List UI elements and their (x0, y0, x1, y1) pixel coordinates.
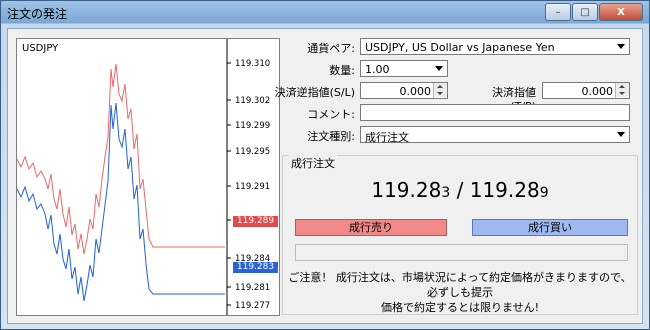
price-tick-label: 119.281 (235, 283, 270, 293)
minimize-button[interactable]: – (545, 3, 571, 21)
sl-spinner[interactable] (433, 83, 447, 98)
spin-down-icon[interactable] (616, 90, 629, 97)
maximize-icon: □ (580, 6, 590, 18)
bid-pip: 3 (441, 185, 451, 201)
bid-price-tag: 119.283 (233, 262, 278, 273)
sl-input[interactable]: 0.000 (360, 82, 448, 99)
chevron-down-icon (617, 44, 625, 49)
quote-separator: / (450, 178, 470, 202)
bid-price-line (17, 102, 225, 302)
order-type-value: 成行注文 (365, 131, 409, 144)
volume-select[interactable]: 1.00 (360, 60, 448, 77)
maximize-button[interactable]: □ (572, 3, 598, 21)
order-type-label: 注文種別: (307, 130, 355, 143)
group-title: 成行注文 (289, 155, 337, 171)
symbol-value: USDJPY, US Dollar vs Japanese Yen (365, 41, 555, 54)
price-tick-label: 119.299 (235, 121, 270, 131)
price-tick-label: 119.295 (235, 147, 270, 157)
sl-value: 0.000 (399, 85, 432, 98)
tick-chart-svg: 119.310 119.302 119.299 119.295 119.291 119.2… (17, 39, 270, 315)
price-tick-label: 119.302 (235, 96, 270, 106)
chevron-down-icon (435, 66, 443, 71)
close-button[interactable]: X (599, 3, 643, 21)
caption-buttons: – □ X (544, 3, 643, 21)
volume-label: 数量: (329, 64, 355, 77)
tp-spinner[interactable] (615, 83, 629, 98)
buy-by-market-button[interactable]: 成行買い (472, 219, 628, 236)
price-tick-label: 119.310 (235, 59, 270, 69)
symbol-label: 通貨ペア: (307, 42, 355, 55)
bid-price: 119.28 (371, 178, 442, 202)
sell-by-market-button[interactable]: 成行売り (295, 219, 447, 236)
ask-price-line (17, 63, 225, 255)
ask-price-tag: 119.289 (233, 216, 278, 227)
window-title: 注文の発注 (7, 7, 68, 21)
spin-up-icon[interactable] (616, 83, 629, 90)
minimize-icon: – (555, 6, 561, 18)
tp-value: 0.000 (581, 85, 614, 98)
notice-line-2: 価格で約定するとは限りません! (380, 301, 540, 314)
status-progress-bar (295, 244, 628, 261)
symbol-select[interactable]: USDJPY, US Dollar vs Japanese Yen (360, 38, 630, 55)
spin-up-icon[interactable] (434, 83, 447, 90)
volume-value: 1.00 (365, 63, 390, 76)
comment-input[interactable] (360, 104, 630, 121)
order-type-select[interactable]: 成行注文 (360, 126, 630, 144)
price-tick-label: 119.277 (235, 301, 270, 311)
order-window: 注文の発注 – □ X USDJPY 119.310 119.302 119.299… (0, 0, 650, 330)
price-tick-label: 119.291 (235, 182, 270, 192)
market-order-notice: ご注意！ 成行注文は、市場状況によって約定価格がきまりますので、必ずしも提示 価… (283, 270, 637, 315)
dialog-body: USDJPY 119.310 119.302 119.299 119.295 119.2… (7, 28, 643, 324)
quote-display: 119.283 / 119.289 (283, 178, 637, 202)
sl-label: 決済逆指値(S/L) (274, 86, 355, 99)
ask-price: 119.28 (469, 178, 540, 202)
market-order-group: 成行注文 119.283 / 119.289 成行売り 成行買い ご注意！ 成行… (282, 155, 638, 315)
ask-pip: 9 (539, 185, 549, 201)
close-icon: X (617, 6, 625, 18)
spin-down-icon[interactable] (434, 90, 447, 97)
chevron-down-icon (617, 132, 625, 137)
comment-label: コメント: (307, 108, 355, 121)
tick-chart: USDJPY 119.310 119.302 119.299 119.295 119.2… (16, 38, 280, 316)
title-bar[interactable]: 注文の発注 – □ X (1, 1, 649, 23)
price-axis-ticks: 119.310 119.302 119.299 119.295 119.291 119.2… (227, 59, 270, 311)
notice-line-1: ご注意！ 成行注文は、市場状況によって約定価格がきまりますので、必ずしも提示 (288, 271, 632, 299)
tp-input[interactable]: 0.000 (542, 82, 630, 99)
